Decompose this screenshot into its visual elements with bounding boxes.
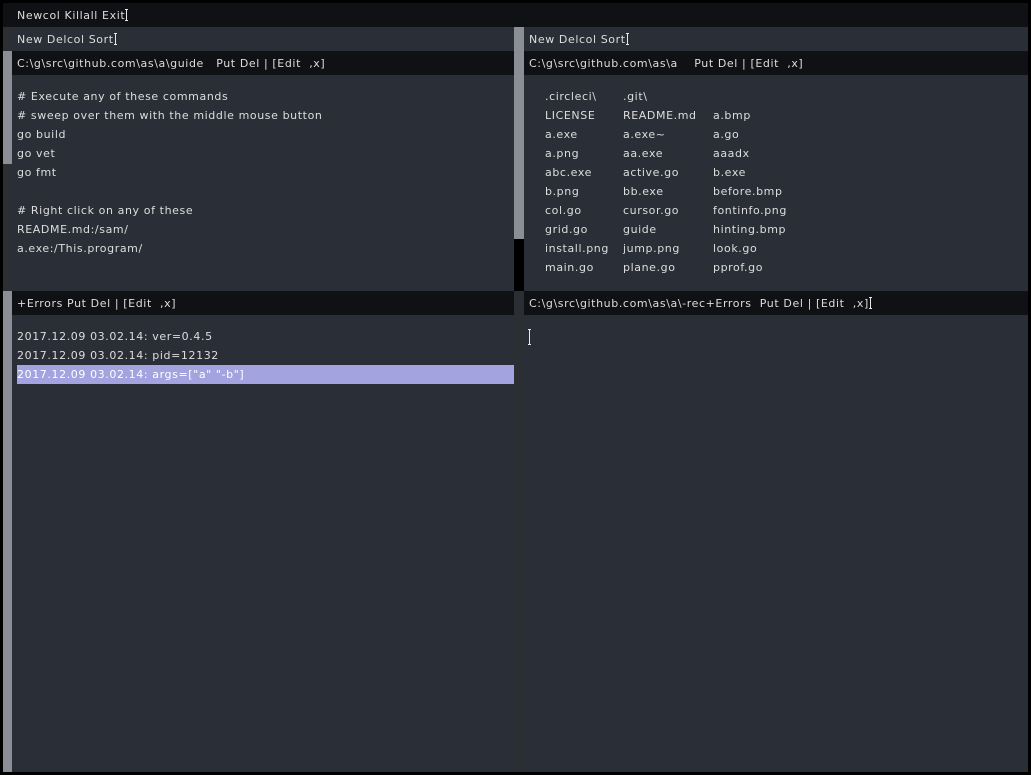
file-row: .circleci\ .git\ bbox=[545, 87, 1028, 106]
right-window1-tag-text[interactable]: C:\g\src\github.com\as\a Put Del | [Edit… bbox=[529, 57, 803, 70]
file-entry[interactable]: a.exe bbox=[545, 125, 623, 144]
file-entry[interactable]: aa.exe bbox=[623, 144, 713, 163]
file-entry[interactable]: a.png bbox=[545, 144, 623, 163]
file-entry[interactable]: aaadx bbox=[713, 144, 803, 163]
editor-frame: Newcol Killall Exit New Delcol Sort C:\g… bbox=[3, 3, 1028, 772]
right-window2-tag-text[interactable]: C:\g\src\github.com\as\a\-rec+Errors Put… bbox=[529, 297, 869, 310]
left-window2-scroll-thumb[interactable] bbox=[3, 291, 12, 772]
file-entry[interactable]: plane.go bbox=[623, 258, 713, 277]
text-line[interactable] bbox=[17, 182, 514, 201]
text-cursor bbox=[125, 9, 129, 21]
text-cursor bbox=[868, 297, 872, 309]
left-window2-tag[interactable]: +Errors Put Del | [Edit ,x] bbox=[12, 291, 514, 315]
global-tag-bar[interactable]: Newcol Killall Exit bbox=[3, 3, 1028, 27]
text-cursor bbox=[113, 33, 117, 45]
file-entry[interactable]: jump.png bbox=[623, 239, 713, 258]
log-line[interactable]: 2017.12.09 03.02.14: pid=12132 bbox=[17, 346, 514, 365]
left-column-tag[interactable]: New Delcol Sort bbox=[12, 27, 514, 51]
file-entry[interactable]: a.exe~ bbox=[623, 125, 713, 144]
file-entry[interactable]: hinting.bmp bbox=[713, 220, 803, 239]
file-entry[interactable]: a.bmp bbox=[713, 106, 803, 125]
left-window2-tag-text[interactable]: +Errors Put Del | [Edit ,x] bbox=[17, 297, 176, 310]
file-entry[interactable] bbox=[713, 87, 803, 106]
left-window2-body[interactable]: 2017.12.09 03.02.14: ver=0.4.5 2017.12.0… bbox=[12, 315, 514, 772]
file-entry[interactable]: grid.go bbox=[545, 220, 623, 239]
file-row: LICENSE README.md a.bmp bbox=[545, 106, 1028, 125]
right-window1-scroll-thumb[interactable] bbox=[514, 27, 524, 239]
file-entry[interactable]: look.go bbox=[713, 239, 803, 258]
right-window1-tag[interactable]: C:\g\src\github.com\as\a Put Del | [Edit… bbox=[524, 51, 1028, 75]
left-window1-body[interactable]: # Execute any of these commands # sweep … bbox=[12, 75, 514, 291]
file-entry[interactable]: .circleci\ bbox=[545, 87, 623, 106]
file-entry[interactable]: cursor.go bbox=[623, 201, 713, 220]
right-column-tag-text[interactable]: New Delcol Sort bbox=[529, 33, 626, 46]
text-line[interactable]: README.md:/sam/ bbox=[17, 220, 514, 239]
text-line[interactable]: go vet bbox=[17, 144, 514, 163]
right-window1-body[interactable]: .circleci\ .git\ LICENSE README.md a.bmp… bbox=[524, 75, 1028, 291]
file-entry[interactable]: main.go bbox=[545, 258, 623, 277]
text-line[interactable]: a.exe:/This.program/ bbox=[17, 239, 514, 258]
file-row: abc.exe active.go b.exe bbox=[545, 163, 1028, 182]
global-tag-text[interactable]: Newcol Killall Exit bbox=[17, 9, 125, 22]
file-row: grid.go guide hinting.bmp bbox=[545, 220, 1028, 239]
file-row: b.png bb.exe before.bmp bbox=[545, 182, 1028, 201]
left-window1-scroll-thumb[interactable] bbox=[3, 51, 12, 164]
file-entry[interactable]: fontinfo.png bbox=[713, 201, 803, 220]
left-window1-tag[interactable]: C:\g\src\github.com\as\a\guide Put Del |… bbox=[12, 51, 514, 75]
right-window2-tag[interactable]: C:\g\src\github.com\as\a\-rec+Errors Put… bbox=[524, 291, 1028, 315]
text-line[interactable]: # Execute any of these commands bbox=[17, 87, 514, 106]
file-entry[interactable]: install.png bbox=[545, 239, 623, 258]
file-entry[interactable]: b.exe bbox=[713, 163, 803, 182]
right-window2-scroll-thumb[interactable] bbox=[514, 291, 524, 772]
file-entry[interactable]: guide bbox=[623, 220, 713, 239]
text-line[interactable]: go build bbox=[17, 125, 514, 144]
file-entry[interactable]: bb.exe bbox=[623, 182, 713, 201]
file-row: col.go cursor.go fontinfo.png bbox=[545, 201, 1028, 220]
text-cursor bbox=[528, 329, 531, 345]
file-entry[interactable]: .git\ bbox=[623, 87, 713, 106]
file-row: a.exe a.exe~ a.go bbox=[545, 125, 1028, 144]
file-entry[interactable]: b.png bbox=[545, 182, 623, 201]
file-row: main.go plane.go pprof.go bbox=[545, 258, 1028, 277]
file-entry[interactable]: pprof.go bbox=[713, 258, 803, 277]
right-column-tag[interactable]: New Delcol Sort bbox=[524, 27, 1028, 51]
text-line[interactable]: # Right click on any of these bbox=[17, 201, 514, 220]
log-line[interactable]: 2017.12.09 03.02.14: ver=0.4.5 bbox=[17, 327, 514, 346]
file-entry[interactable]: before.bmp bbox=[713, 182, 803, 201]
selected-log-line[interactable]: 2017.12.09 03.02.14: args=["a" "-b"] bbox=[17, 365, 514, 384]
file-entry[interactable]: col.go bbox=[545, 201, 623, 220]
file-entry[interactable]: abc.exe bbox=[545, 163, 623, 182]
text-line[interactable]: go fmt bbox=[17, 163, 514, 182]
file-entry[interactable]: active.go bbox=[623, 163, 713, 182]
text-line[interactable]: # sweep over them with the middle mouse … bbox=[17, 106, 514, 125]
left-window1-tag-text[interactable]: C:\g\src\github.com\as\a\guide Put Del |… bbox=[17, 57, 325, 70]
file-entry[interactable]: a.go bbox=[713, 125, 803, 144]
file-entry[interactable]: LICENSE bbox=[545, 106, 623, 125]
file-row: a.png aa.exe aaadx bbox=[545, 144, 1028, 163]
left-column-tag-text[interactable]: New Delcol Sort bbox=[17, 33, 114, 46]
file-entry[interactable]: README.md bbox=[623, 106, 713, 125]
file-row: install.png jump.png look.go bbox=[545, 239, 1028, 258]
right-window2-body[interactable] bbox=[524, 315, 1028, 772]
text-cursor bbox=[625, 33, 629, 45]
